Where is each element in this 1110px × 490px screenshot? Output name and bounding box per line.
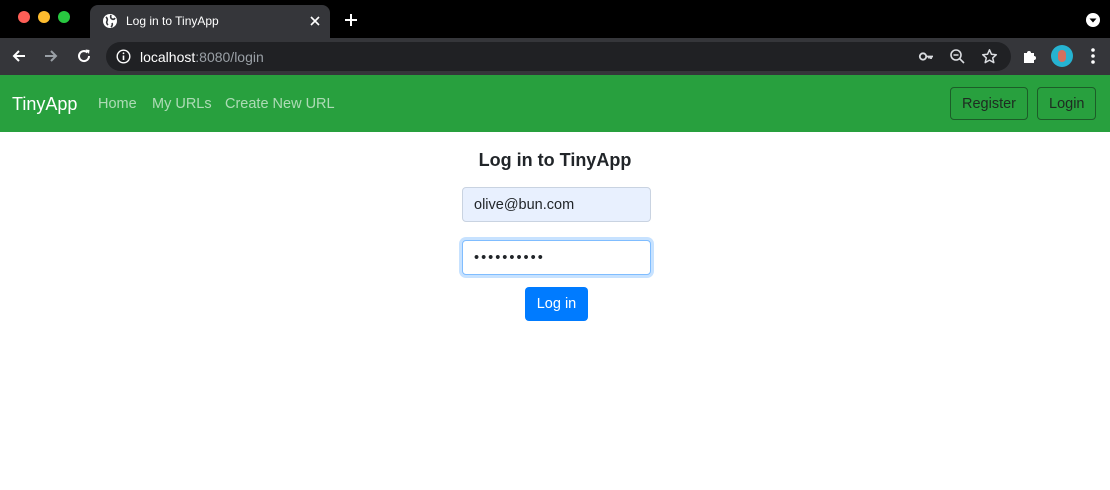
window-maximize-button[interactable] xyxy=(58,11,70,23)
back-arrow-icon[interactable] xyxy=(10,47,28,65)
browser-tab-strip: Log in to TinyApp xyxy=(0,0,1110,38)
zoom-out-icon[interactable] xyxy=(949,48,966,65)
key-icon[interactable] xyxy=(918,48,935,65)
globe-icon xyxy=(103,14,117,28)
url-path: :8080/login xyxy=(195,49,264,65)
url-text: localhost:8080/login xyxy=(140,49,264,65)
window-close-button[interactable] xyxy=(18,11,30,23)
navbar-brand[interactable]: TinyApp xyxy=(12,94,77,115)
puzzle-icon[interactable] xyxy=(1021,47,1039,65)
browser-tab[interactable]: Log in to TinyApp xyxy=(90,5,330,38)
address-bar[interactable]: localhost:8080/login xyxy=(106,42,1011,71)
info-icon[interactable] xyxy=(116,49,131,64)
browser-toolbar: localhost:8080/login xyxy=(0,38,1110,75)
login-button[interactable]: Login xyxy=(1037,87,1097,120)
more-vertical-icon[interactable] xyxy=(1090,47,1096,65)
reload-icon[interactable] xyxy=(75,47,93,65)
forward-arrow-icon[interactable] xyxy=(42,47,60,65)
close-icon[interactable] xyxy=(308,14,322,28)
new-tab-icon[interactable] xyxy=(343,12,359,28)
url-host: localhost xyxy=(140,49,196,65)
window-minimize-button[interactable] xyxy=(38,11,50,23)
register-button[interactable]: Register xyxy=(950,87,1028,120)
nav-link-home[interactable]: Home xyxy=(98,96,137,112)
star-icon[interactable] xyxy=(981,48,998,65)
nav-link-my-urls[interactable]: My URLs xyxy=(152,96,212,112)
chevron-down-icon xyxy=(1089,18,1097,23)
app-navbar: TinyApp Home My URLs Create New URL Regi… xyxy=(0,75,1110,132)
tab-title: Log in to TinyApp xyxy=(126,14,219,28)
tab-search-button[interactable] xyxy=(1086,13,1100,27)
email-field[interactable] xyxy=(462,187,651,222)
page-title: Log in to TinyApp xyxy=(478,150,632,170)
nav-link-create-new-url[interactable]: Create New URL xyxy=(225,96,335,112)
password-field[interactable] xyxy=(462,240,651,275)
profile-avatar[interactable] xyxy=(1051,45,1073,67)
log-in-button[interactable]: Log in xyxy=(525,287,588,321)
